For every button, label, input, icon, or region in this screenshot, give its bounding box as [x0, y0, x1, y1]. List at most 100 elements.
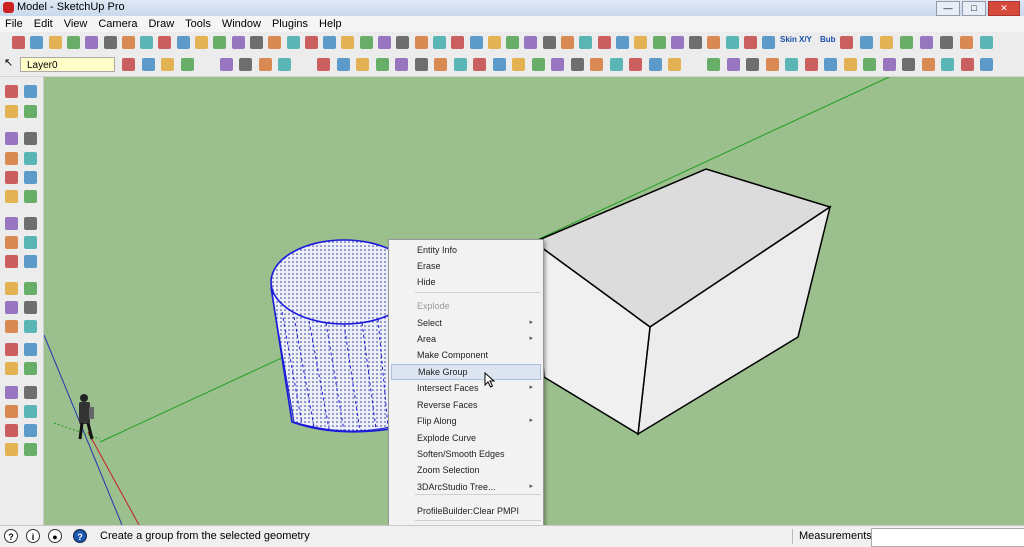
toolbar-tool-icon[interactable] — [725, 36, 739, 49]
left-tool-icon[interactable] — [24, 236, 37, 249]
left-tool-icon[interactable] — [5, 282, 18, 295]
skin-button[interactable]: Skin — [780, 35, 797, 44]
toolbar-tool-icon[interactable] — [561, 36, 574, 49]
toolbar-tool-icon[interactable] — [323, 36, 337, 49]
toolbar-tool-icon[interactable] — [103, 36, 117, 49]
toolbar-tool-icon[interactable] — [689, 36, 703, 49]
toolbar-tool-icon[interactable] — [12, 36, 25, 49]
toolbar-tool-icon[interactable] — [432, 36, 446, 49]
toolbar-tool-icon[interactable] — [597, 36, 611, 49]
toolbar-tool-icon[interactable] — [375, 58, 389, 71]
toolbar-tool-icon[interactable] — [161, 58, 174, 71]
toolbar-tool-icon[interactable] — [469, 36, 483, 49]
toolbar-tool-icon[interactable] — [304, 36, 318, 49]
left-tool-icon[interactable] — [5, 85, 18, 98]
left-tool-icon[interactable] — [24, 386, 37, 399]
toolbar-tool-icon[interactable] — [451, 36, 465, 49]
left-tool-icon[interactable] — [24, 424, 37, 437]
toolbar-tool-icon[interactable] — [921, 58, 935, 71]
toolbar-tool-icon[interactable] — [512, 58, 525, 71]
toolbar-tool-icon[interactable] — [378, 36, 391, 49]
toolbar-tool-icon[interactable] — [670, 36, 684, 49]
toolbar-tool-icon[interactable] — [551, 58, 564, 71]
toolbar-tool-icon[interactable] — [414, 36, 428, 49]
left-tool-icon[interactable] — [24, 171, 37, 184]
toolbar-tool-icon[interactable] — [121, 36, 135, 49]
toolbar-tool-icon[interactable] — [648, 58, 662, 71]
left-tool-icon[interactable] — [24, 255, 37, 268]
toolbar-tool-icon[interactable] — [804, 58, 818, 71]
context-menu-item[interactable]: Entity Info — [391, 242, 541, 258]
toolbar-tool-icon[interactable] — [629, 58, 642, 71]
toolbar-tool-icon[interactable] — [902, 58, 915, 71]
left-tool-icon[interactable] — [24, 105, 37, 118]
context-menu-item[interactable]: Hide — [391, 274, 541, 290]
toolbar-tool-icon[interactable] — [840, 36, 853, 49]
toolbar-tool-icon[interactable] — [487, 36, 501, 49]
toolbar-tool-icon[interactable] — [579, 36, 593, 49]
context-menu-item[interactable]: 3DArcStudio Tree... ▸ — [391, 479, 541, 495]
toolbar-tool-icon[interactable] — [744, 36, 757, 49]
toolbar-tool-icon[interactable] — [882, 58, 896, 71]
toolbar-tool-icon[interactable] — [286, 36, 300, 49]
left-tool-icon[interactable] — [24, 282, 37, 295]
toolbar-tool-icon[interactable] — [524, 36, 538, 49]
left-tool-icon[interactable] — [5, 190, 18, 203]
left-tool-icon[interactable] — [24, 152, 37, 165]
toolbar-tool-icon[interactable] — [960, 58, 974, 71]
toolbar-tool-icon[interactable] — [158, 36, 172, 49]
toolbar-tool-icon[interactable] — [434, 58, 447, 71]
minimize-button[interactable]: — — [936, 1, 960, 16]
toolbar-tool-icon[interactable] — [920, 36, 933, 49]
layer-dropdown[interactable]: Layer0 — [20, 57, 115, 72]
toolbar-tool-icon[interactable] — [249, 36, 263, 49]
context-menu-item[interactable]: Make Group — [391, 364, 541, 380]
toolbar-tool-icon[interactable] — [356, 58, 369, 71]
menu-plugins[interactable]: Plugins — [267, 16, 314, 32]
context-menu-item[interactable]: Make Component — [391, 347, 541, 363]
toolbar-tool-icon[interactable] — [336, 58, 350, 71]
left-tool-icon[interactable] — [5, 301, 18, 314]
toolbar-tool-icon[interactable] — [762, 36, 776, 49]
left-tool-icon[interactable] — [24, 301, 37, 314]
toolbar-tool-icon[interactable] — [707, 58, 720, 71]
left-tool-icon[interactable] — [5, 443, 18, 456]
toolbar-tool-icon[interactable] — [396, 36, 410, 49]
menu-camera[interactable]: Camera — [93, 16, 143, 32]
left-tool-icon[interactable] — [5, 362, 18, 375]
toolbar-tool-icon[interactable] — [473, 58, 486, 71]
context-menu-item[interactable]: Soften/Smooth Edges — [391, 446, 541, 462]
toolbar-tool-icon[interactable] — [176, 36, 190, 49]
menu-draw[interactable]: Draw — [143, 16, 180, 32]
toolbar-tool-icon[interactable] — [414, 58, 428, 71]
close-button[interactable]: ✕ — [988, 1, 1020, 16]
toolbar-tool-icon[interactable] — [765, 58, 779, 71]
left-tool-icon[interactable] — [5, 171, 18, 184]
toolbar-tool-icon[interactable] — [48, 36, 62, 49]
left-tool-icon[interactable] — [5, 255, 18, 268]
toolbar-tool-icon[interactable] — [317, 58, 330, 71]
toolbar-tool-icon[interactable] — [359, 36, 373, 49]
context-menu-item[interactable]: Explode Curve — [391, 430, 541, 446]
toolbar-tool-icon[interactable] — [395, 58, 408, 71]
context-menu-item[interactable]: Area ▸ — [391, 331, 541, 347]
left-tool-icon[interactable] — [5, 320, 18, 333]
menu-help[interactable]: Help — [314, 16, 348, 32]
left-tool-icon[interactable] — [24, 132, 37, 145]
toolbar-tool-icon[interactable] — [615, 36, 629, 49]
context-menu-item[interactable]: Erase — [391, 258, 541, 274]
toolbar-tool-icon[interactable] — [634, 36, 648, 49]
geolocation-icon[interactable]: ? — [4, 529, 18, 543]
toolbar-tool-icon[interactable] — [66, 36, 80, 49]
toolbar-tool-icon[interactable] — [341, 36, 355, 49]
maximize-button[interactable]: □ — [962, 1, 986, 16]
left-tool-icon[interactable] — [5, 152, 18, 165]
toolbar-tool-icon[interactable] — [30, 36, 44, 49]
person-figure[interactable] — [78, 394, 94, 440]
toolbar-tool-icon[interactable] — [707, 36, 721, 49]
menu-window[interactable]: Window — [217, 16, 267, 32]
toolbar-tool-icon[interactable] — [219, 58, 233, 71]
toolbar-tool-icon[interactable] — [180, 58, 194, 71]
left-tool-icon[interactable] — [24, 320, 37, 333]
context-menu-item[interactable]: ProfileBuilder:Clear PMPI — [391, 503, 541, 519]
